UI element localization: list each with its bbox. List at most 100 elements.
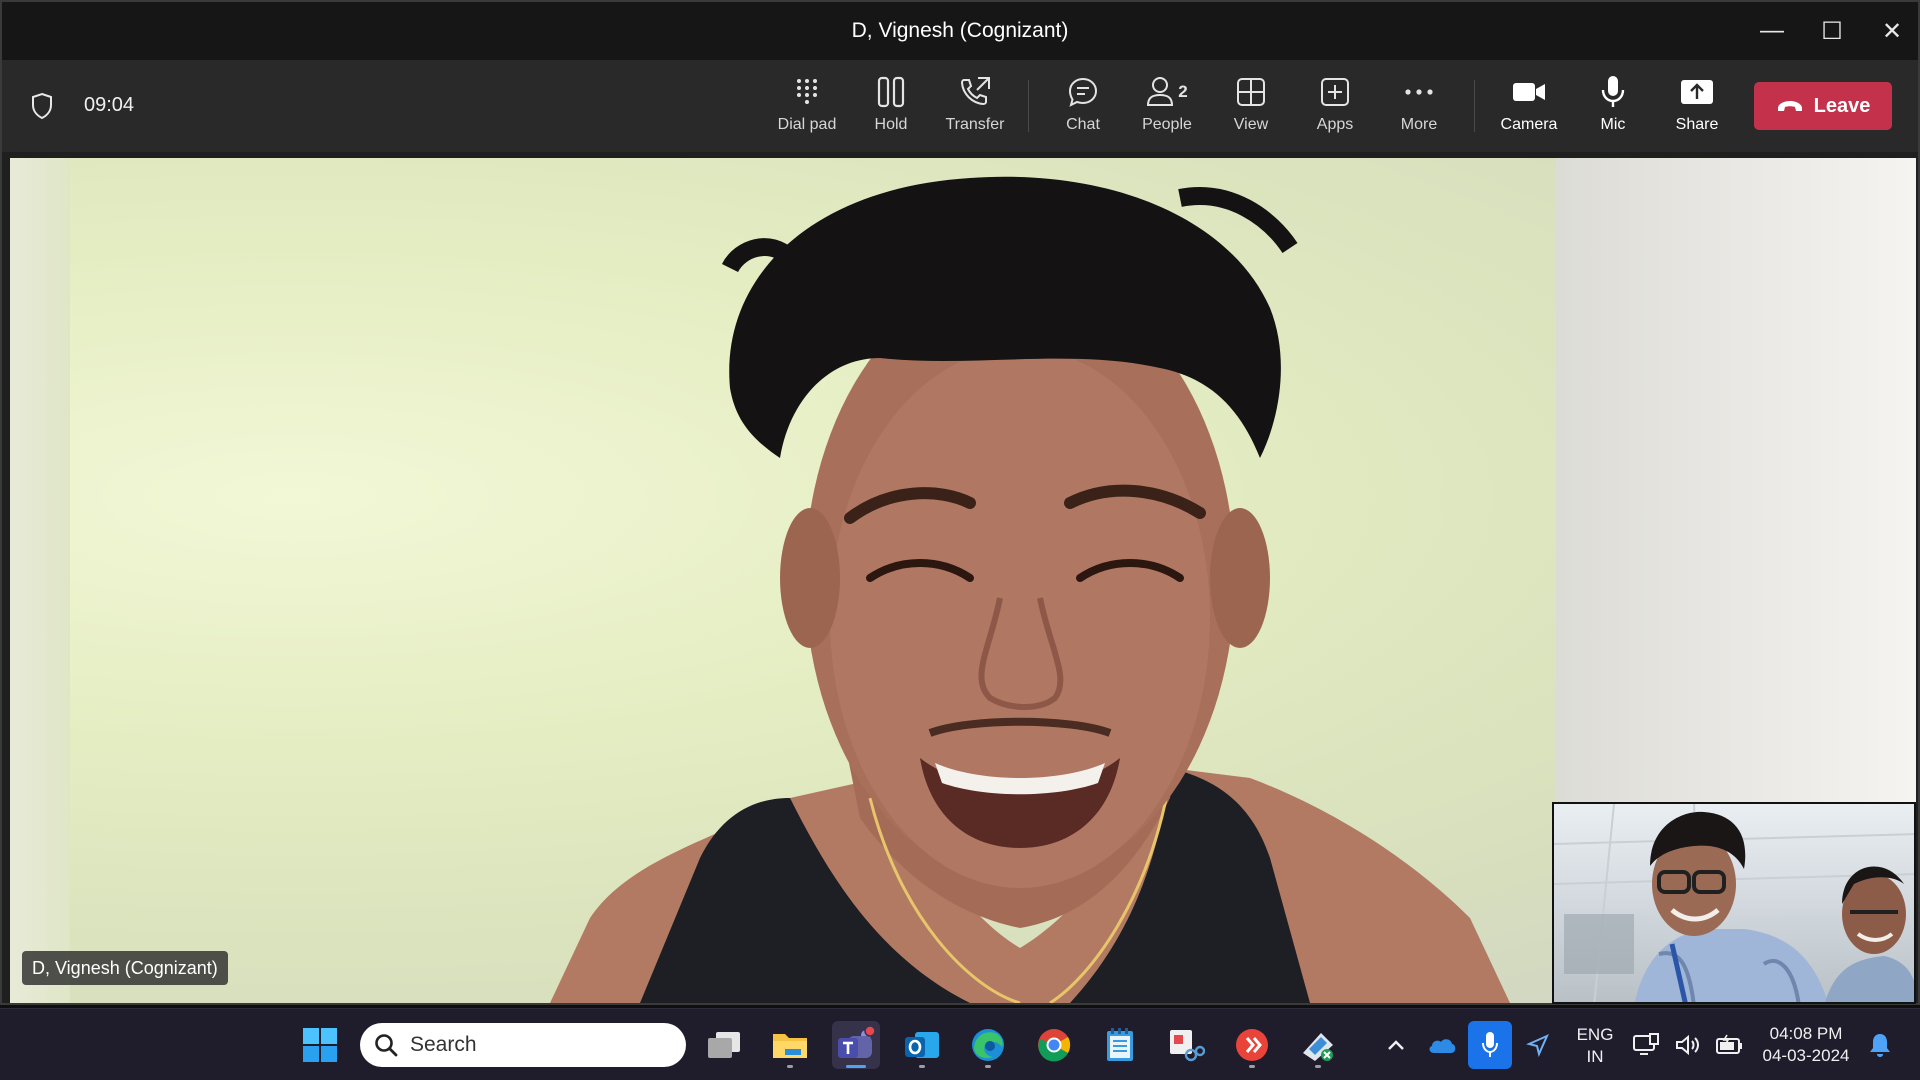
language-code: ENG — [1576, 1025, 1614, 1044]
wall-left-shade — [10, 158, 70, 1003]
show-hidden-icons-button[interactable] — [1372, 1021, 1420, 1069]
running-indicator — [787, 1065, 793, 1068]
taskbar-clock[interactable]: 04:08 PM 04-03-2024 — [1752, 1023, 1860, 1067]
camera-icon — [1511, 74, 1547, 110]
volume-control[interactable] — [1668, 1021, 1708, 1069]
hang-up-icon — [1777, 101, 1802, 111]
people-count-badge: 2 — [1178, 82, 1188, 101]
hold-label: Hold — [874, 116, 908, 133]
search-icon — [375, 1034, 398, 1057]
apps-icon — [1317, 74, 1353, 110]
onedrive-cloud-icon — [1429, 1039, 1456, 1053]
battery-charging-icon — [1716, 1034, 1742, 1054]
call-timer: 09:04 — [84, 94, 135, 116]
chrome-button[interactable] — [1030, 1021, 1078, 1069]
shield-icon[interactable] — [30, 92, 54, 120]
start-button[interactable] — [296, 1021, 344, 1069]
camera-button[interactable]: Camera — [1486, 74, 1572, 144]
apps-button[interactable]: Apps — [1292, 74, 1378, 144]
dial-pad-icon — [789, 74, 825, 110]
title-bar: D, Vignesh (Cognizant) — ☐ ✕ — [2, 2, 1918, 60]
running-indicator — [1315, 1065, 1321, 1068]
teams-icon — [838, 1026, 876, 1058]
notepad-icon — [1107, 1028, 1133, 1061]
outlook-button[interactable] — [898, 1021, 946, 1069]
toolbar-divider — [1028, 80, 1029, 132]
network-icon — [1633, 1033, 1659, 1055]
snipping-tool-button[interactable] — [1162, 1021, 1210, 1069]
hold-icon — [873, 74, 909, 110]
clock-date: 04-03-2024 — [1762, 1046, 1850, 1065]
mic-tray-icon — [1482, 1032, 1498, 1057]
transfer-label: Transfer — [945, 116, 1005, 133]
more-label: More — [1400, 116, 1438, 133]
teams-call-window: D, Vignesh (Cognizant) — ☐ ✕ 09:04 Dial … — [0, 0, 1920, 1005]
self-view-thumbnail[interactable] — [1552, 802, 1916, 1004]
hold-button[interactable]: Hold — [848, 74, 934, 144]
mic-button[interactable]: Mic — [1570, 74, 1656, 144]
taskbar-search-box[interactable]: Search — [360, 1023, 686, 1067]
notification-center-button[interactable] — [1862, 1021, 1898, 1069]
close-button[interactable]: ✕ — [1862, 2, 1920, 60]
share-label: Share — [1675, 116, 1719, 133]
people-icon: 2 — [1142, 74, 1192, 110]
transfer-button[interactable]: Transfer — [932, 74, 1018, 144]
location-in-use-indicator[interactable] — [1514, 1021, 1562, 1069]
running-indicator — [985, 1065, 991, 1068]
bell-icon — [1870, 1034, 1890, 1057]
chat-label: Chat — [1066, 116, 1100, 133]
network-status[interactable] — [1626, 1021, 1666, 1069]
view-icon — [1233, 74, 1269, 110]
share-icon — [1679, 74, 1715, 110]
leave-button[interactable]: Leave — [1754, 82, 1892, 130]
edge-button[interactable] — [964, 1021, 1012, 1069]
snipping-tool-icon — [1170, 1030, 1205, 1062]
active-indicator — [846, 1065, 866, 1068]
remote-app-button[interactable] — [1228, 1021, 1276, 1069]
running-indicator — [1249, 1065, 1255, 1068]
more-button[interactable]: More — [1376, 74, 1462, 144]
self-view-video-feed — [1554, 804, 1914, 1002]
view-label: View — [1233, 116, 1269, 133]
camera-label: Camera — [1500, 116, 1558, 133]
maximize-button[interactable]: ☐ — [1802, 2, 1862, 60]
folder-icon — [773, 1034, 807, 1058]
dial-pad-button[interactable]: Dial pad — [764, 74, 850, 144]
edge-icon — [972, 1029, 1004, 1061]
chevron-up-icon — [1388, 1040, 1404, 1050]
view-button[interactable]: View — [1208, 74, 1294, 144]
task-view-icon — [708, 1032, 740, 1058]
participant-name-tag: D, Vignesh (Cognizant) — [22, 951, 228, 985]
input-language-indicator[interactable]: ENG IN — [1568, 1024, 1622, 1068]
battery-status[interactable] — [1710, 1021, 1750, 1069]
toolbar-divider — [1474, 80, 1475, 132]
speaker-icon — [1676, 1034, 1699, 1056]
minimize-button[interactable]: — — [1742, 2, 1802, 60]
chrome-icon — [1038, 1029, 1071, 1062]
running-indicator — [919, 1065, 925, 1068]
chat-button[interactable]: Chat — [1040, 74, 1126, 144]
task-view-button[interactable] — [700, 1021, 748, 1069]
windows-taskbar: Search ENG IN 04:08 PM 04-03-2024 — [0, 1008, 1920, 1080]
utility-app-button[interactable] — [1294, 1021, 1342, 1069]
microphone-in-use-indicator[interactable] — [1468, 1021, 1512, 1069]
call-control-bar: 09:04 Dial pad Hold Transfer Chat 2 Peop… — [2, 60, 1918, 152]
mic-label: Mic — [1600, 116, 1626, 133]
chat-icon — [1065, 74, 1101, 110]
share-button[interactable]: Share — [1654, 74, 1740, 144]
onedrive-button[interactable] — [1418, 1021, 1466, 1069]
outlook-icon — [905, 1032, 939, 1058]
clock-time: 04:08 PM — [1769, 1024, 1843, 1043]
windows-logo-icon — [303, 1028, 337, 1062]
more-icon — [1401, 74, 1437, 110]
notepad-button[interactable] — [1096, 1021, 1144, 1069]
transfer-icon — [957, 74, 993, 110]
teams-button[interactable] — [832, 1021, 880, 1069]
file-explorer-button[interactable] — [766, 1021, 814, 1069]
language-region: IN — [1586, 1047, 1604, 1066]
window-title: D, Vignesh (Cognizant) — [851, 19, 1069, 42]
location-arrow-icon — [1526, 1034, 1549, 1057]
utility-app-icon — [1303, 1033, 1333, 1061]
people-button[interactable]: 2 People — [1124, 74, 1210, 144]
remote-app-icon — [1236, 1029, 1268, 1061]
